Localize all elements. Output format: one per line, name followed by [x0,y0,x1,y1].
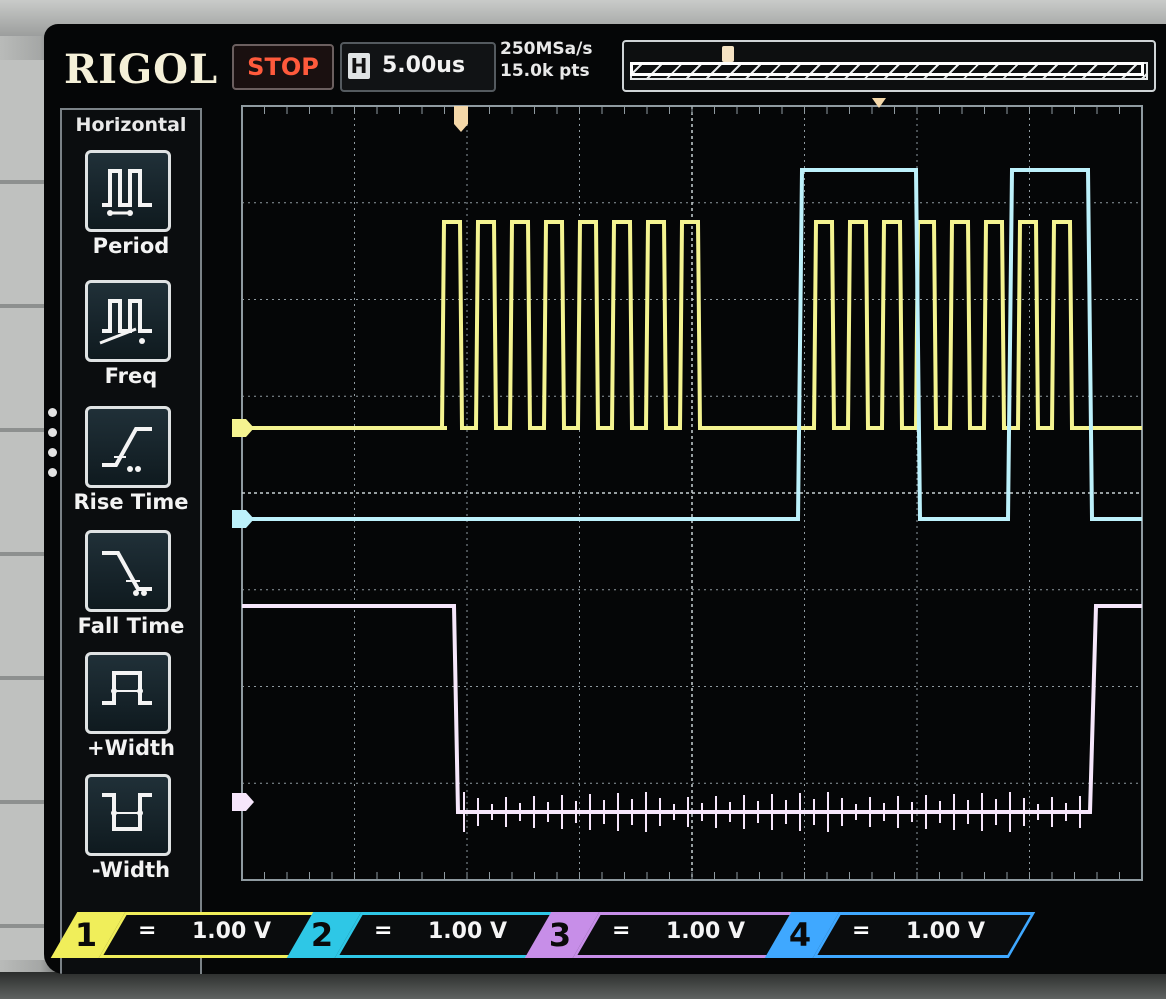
menu-item-period[interactable]: Period [62,150,200,270]
markers [232,98,886,811]
channel-2-ground-marker [232,510,254,528]
menu-item-freq[interactable]: Freq [62,280,200,400]
menu-title: Horizontal [75,114,187,136]
period-icon [102,169,152,216]
channel-1-number: 1 [74,916,98,954]
channel-2-status[interactable]: 2 = 1.00 V [286,912,558,958]
run-stop-status[interactable]: STOP [232,44,334,90]
positive-width-button[interactable] [85,652,171,734]
menu-item-label: Rise Time [73,490,189,514]
rise-time-icon [102,427,152,472]
acquisition-info: 250MSa/s 15.0k pts [500,38,620,90]
channel-4-scale: 1.00 V [906,919,985,944]
channel-3-ground-marker [232,793,254,811]
channel-1-status[interactable]: 1 = 1.00 V [50,912,322,958]
negative-width-icon [102,793,152,831]
waveform-canvas [232,98,1143,881]
channel-3-status[interactable]: 3 = 1.00 V [524,912,796,958]
menu-item-label: Freq [104,364,158,388]
menu-page-indicator [48,408,58,488]
channel-4-status[interactable]: 4 = 1.00 V [764,912,1036,958]
memory-view-window [630,62,1144,76]
horizontal-badge: H [348,53,370,79]
negative-width-button[interactable] [85,774,171,856]
positive-width-icon [102,671,152,705]
channel-1-ground-marker [232,419,254,437]
trigger-position-marker [454,106,468,132]
period-button[interactable] [85,150,171,232]
bezel-bottom [0,972,1166,999]
memory-overview-bar[interactable] [622,40,1156,92]
trigger-position-marker [721,46,734,62]
sample-rate: 250MSa/s [500,39,593,59]
bezel-ridges [0,60,44,960]
timebase-display[interactable]: H 5.00us [340,42,496,92]
menu-item-label: -Width [91,858,171,882]
channel-3-number: 3 [548,916,572,954]
scope-screen: RIGOL STOP H 5.00us 250MSa/s 15.0k pts H… [44,24,1166,974]
channel-3-scale: 1.00 V [666,919,745,944]
waveform-display[interactable] [232,98,1166,922]
channel-2-number: 2 [310,916,334,954]
menu-item-label: Period [92,234,170,258]
frequency-icon [99,299,152,345]
coupling-icon: = [612,918,631,943]
menu-item-negative-width[interactable]: -Width [62,774,200,894]
coupling-icon: = [852,918,871,943]
menu-item-rise-time[interactable]: Rise Time [62,406,200,526]
brand-logo: RIGOL [64,46,219,93]
memory-depth: 15.0k pts [500,61,590,81]
channel-2-scale: 1.00 V [428,919,507,944]
menu-item-label: Fall Time [77,614,185,638]
coupling-icon: = [138,918,157,943]
fall-time-icon [102,551,152,596]
menu-item-positive-width[interactable]: +Width [62,652,200,772]
horizontal-measure-menu: Horizontal Period Freq Rise Time Fall Ti… [60,108,202,974]
channel-1-scale: 1.00 V [192,919,271,944]
frequency-button[interactable] [85,280,171,362]
coupling-icon: = [374,918,393,943]
menu-item-fall-time[interactable]: Fall Time [62,530,200,650]
timebase-value: 5.00us [382,53,466,78]
rise-time-button[interactable] [85,406,171,488]
menu-item-label: +Width [87,736,175,760]
fall-time-button[interactable] [85,530,171,612]
channel-status-bar: 1 = 1.00 V 2 = 1.00 V 3 = 1.00 V 4 = 1.0… [44,906,1166,974]
channel-4-number: 4 [788,916,812,954]
